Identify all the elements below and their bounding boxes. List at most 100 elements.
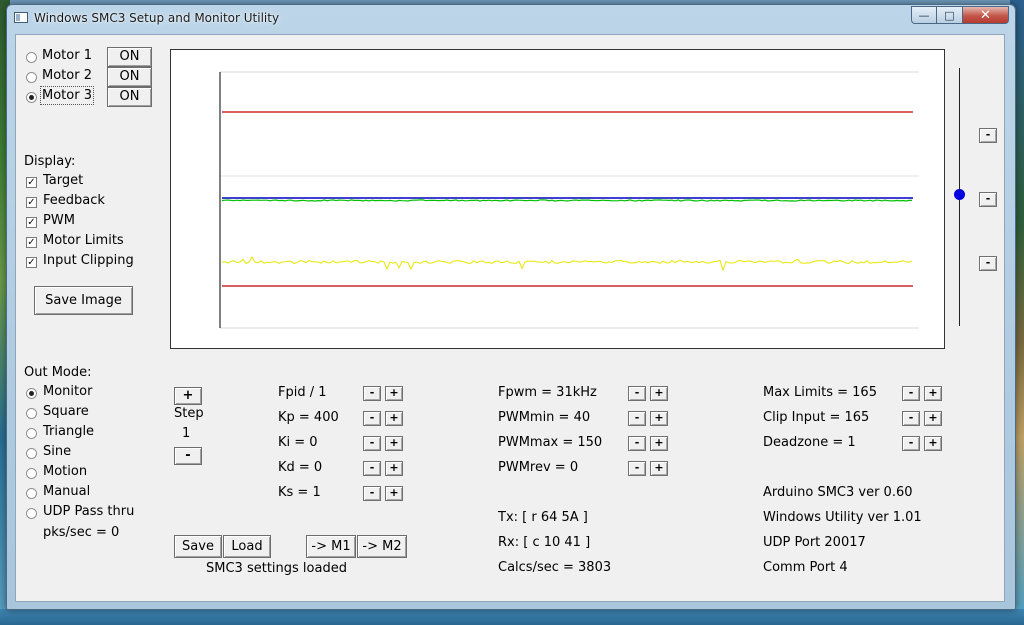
motor-limits-label: Motor Limits	[43, 233, 124, 248]
motion-label: Motion	[43, 464, 88, 479]
copy-to-m2-button[interactable]: -> M2	[357, 535, 407, 558]
pwm-label: PWM	[43, 213, 75, 228]
window-title: Windows SMC3 Setup and Monitor Utility	[34, 11, 280, 25]
udp-pass-thru-radio[interactable]	[26, 508, 37, 519]
max-limits-plus-button[interactable]: +	[924, 386, 942, 401]
tx-readout: Tx: [ r 64 5A ]	[498, 510, 588, 525]
client-area: Motor 1 ON Motor 2 ON Motor 3 ON Display…	[15, 34, 1005, 602]
step-plus-button[interactable]: +	[174, 387, 202, 405]
side-button-middle[interactable]: -	[979, 192, 997, 207]
save-image-button[interactable]: Save Image	[34, 286, 133, 315]
arduino-version: Arduino SMC3 ver 0.60	[763, 485, 913, 500]
motor-1-on-button[interactable]: ON	[107, 47, 152, 67]
pwmmax-label: PWMmax = 150	[498, 435, 603, 450]
app-window: Windows SMC3 Setup and Monitor Utility —…	[6, 4, 1016, 610]
pwmmin-minus-button[interactable]: -	[628, 411, 646, 426]
save-button[interactable]: Save	[174, 535, 222, 558]
monitor-radio[interactable]	[26, 388, 37, 399]
comm-port: Comm Port 4	[763, 560, 848, 575]
step-value: 1	[182, 426, 191, 441]
kp-plus-button[interactable]: +	[385, 411, 403, 426]
minimize-icon: —	[918, 8, 930, 22]
motor-limits-checkbox[interactable]: ✓	[26, 237, 37, 248]
display-heading: Display:	[24, 154, 76, 169]
motion-radio[interactable]	[26, 468, 37, 479]
clip-input-minus-button[interactable]: -	[902, 411, 920, 426]
max-limits-label: Max Limits = 165	[763, 385, 877, 400]
pwmmax-plus-button[interactable]: +	[650, 436, 668, 451]
kp-minus-button[interactable]: -	[363, 411, 381, 426]
clip-input-plus-button[interactable]: +	[924, 411, 942, 426]
target-checkbox[interactable]: ✓	[26, 177, 37, 188]
ks-label: Ks = 1	[278, 485, 321, 500]
feedback-checkbox[interactable]: ✓	[26, 197, 37, 208]
kd-minus-button[interactable]: -	[363, 461, 381, 476]
slider-knob[interactable]	[954, 189, 965, 200]
rx-readout: Rx: [ c 10 41 ]	[498, 535, 591, 550]
side-button-bottom[interactable]: -	[979, 256, 997, 271]
ki-plus-button[interactable]: +	[385, 436, 403, 451]
close-button[interactable]: ✕	[963, 6, 1009, 24]
motor-2-label: Motor 2	[42, 68, 92, 83]
title-bar[interactable]: Windows SMC3 Setup and Monitor Utility —…	[7, 5, 1015, 33]
deadzone-label: Deadzone = 1	[763, 435, 856, 450]
sine-radio[interactable]	[26, 448, 37, 459]
motor-1-label: Motor 1	[42, 48, 92, 63]
load-button[interactable]: Load	[223, 535, 271, 558]
app-icon	[14, 12, 28, 23]
monitor-label: Monitor	[43, 384, 93, 399]
plot-svg	[219, 71, 919, 329]
square-label: Square	[43, 404, 89, 419]
maximize-button[interactable]: □	[937, 6, 963, 24]
motor-3-on-button[interactable]: ON	[107, 87, 152, 107]
step-minus-button[interactable]: -	[174, 447, 202, 465]
square-radio[interactable]	[26, 408, 37, 419]
triangle-radio[interactable]	[26, 428, 37, 439]
ks-plus-button[interactable]: +	[385, 486, 403, 501]
feedback-label: Feedback	[43, 193, 105, 208]
motor-2-on-button[interactable]: ON	[107, 67, 152, 87]
deadzone-minus-button[interactable]: -	[902, 436, 920, 451]
ks-minus-button[interactable]: -	[363, 486, 381, 501]
calcs-sec-readout: Calcs/sec = 3803	[498, 560, 612, 575]
pwmrev-label: PWMrev = 0	[498, 460, 579, 475]
input-clipping-checkbox[interactable]: ✓	[26, 257, 37, 268]
motor-1-radio[interactable]	[26, 52, 37, 63]
pwmmin-label: PWMmin = 40	[498, 410, 591, 425]
triangle-label: Triangle	[43, 424, 95, 439]
pwm-trace	[221, 256, 913, 272]
copy-to-m1-button[interactable]: -> M1	[306, 535, 356, 558]
fpid-minus-button[interactable]: -	[363, 386, 381, 401]
status-message: SMC3 settings loaded	[206, 561, 347, 576]
utility-version: Windows Utility ver 1.01	[763, 510, 922, 525]
plot-area	[170, 49, 945, 349]
max-limits-minus-button[interactable]: -	[902, 386, 920, 401]
clip-input-label: Clip Input = 165	[763, 410, 870, 425]
ki-label: Ki = 0	[278, 435, 318, 450]
kd-label: Kd = 0	[278, 460, 323, 475]
ki-minus-button[interactable]: -	[363, 436, 381, 451]
kd-plus-button[interactable]: +	[385, 461, 403, 476]
feedback-trace	[221, 199, 912, 202]
motor-3-radio[interactable]	[26, 92, 37, 103]
pwmmin-plus-button[interactable]: +	[650, 411, 668, 426]
pwmrev-plus-button[interactable]: +	[650, 461, 668, 476]
minimize-button[interactable]: —	[911, 6, 937, 24]
pwm-checkbox[interactable]: ✓	[26, 217, 37, 228]
pks-sec-readout: pks/sec = 0	[43, 525, 120, 540]
sine-label: Sine	[43, 444, 72, 459]
fpwm-plus-button[interactable]: +	[650, 386, 668, 401]
maximize-icon: □	[944, 8, 955, 22]
fpwm-minus-button[interactable]: -	[628, 386, 646, 401]
pwmmax-minus-button[interactable]: -	[628, 436, 646, 451]
fpwm-label: Fpwm = 31kHz	[498, 385, 597, 400]
deadzone-plus-button[interactable]: +	[924, 436, 942, 451]
manual-label: Manual	[43, 484, 91, 499]
pwmrev-minus-button[interactable]: -	[628, 461, 646, 476]
side-button-top[interactable]: -	[979, 128, 997, 143]
fpid-plus-button[interactable]: +	[385, 386, 403, 401]
manual-radio[interactable]	[26, 488, 37, 499]
motor-2-radio[interactable]	[26, 72, 37, 83]
fpid-label: Fpid / 1	[278, 385, 327, 400]
udp-port: UDP Port 20017	[763, 535, 866, 550]
